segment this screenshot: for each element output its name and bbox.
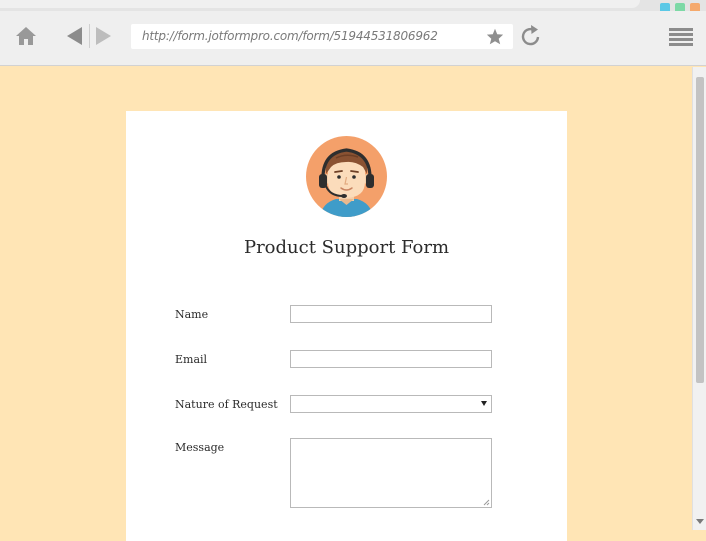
form-title: Product Support Form	[243, 237, 450, 258]
back-arrow-icon[interactable]	[64, 25, 84, 47]
support-agent-avatar-icon	[306, 136, 387, 217]
nature-of-request-select[interactable]	[290, 395, 492, 413]
browser-tab-strip-bg	[0, 0, 706, 13]
message-textarea[interactable]	[290, 438, 492, 508]
nature-of-request-label: Nature of Request	[175, 398, 278, 411]
email-input[interactable]	[290, 350, 492, 368]
dropdown-arrow-icon	[481, 401, 487, 406]
star-icon[interactable]	[486, 28, 504, 45]
resize-grip-icon[interactable]	[483, 499, 490, 506]
address-bar[interactable]: http://form.jotformpro.com/form/51944531…	[131, 24, 513, 49]
reload-icon[interactable]	[519, 24, 543, 49]
vertical-scrollbar[interactable]	[692, 67, 706, 530]
browser-toolbar: http://form.jotformpro.com/form/51944531…	[0, 11, 706, 66]
message-label: Message	[175, 441, 225, 454]
name-input[interactable]	[290, 305, 492, 323]
email-label: Email	[175, 353, 208, 366]
nav-divider	[89, 24, 90, 48]
form-card: Product Support Form Name Email Nature o…	[126, 111, 567, 541]
tab-strip	[0, 0, 640, 8]
scrollbar-thumb[interactable]	[696, 77, 704, 383]
home-icon[interactable]	[15, 26, 37, 46]
hamburger-menu-icon[interactable]	[669, 27, 693, 47]
scroll-down-arrow-icon[interactable]	[696, 519, 704, 525]
forward-arrow-icon[interactable]	[94, 25, 114, 47]
name-label: Name	[175, 308, 209, 321]
address-bar-url: http://form.jotformpro.com/form/51944531…	[142, 29, 438, 43]
